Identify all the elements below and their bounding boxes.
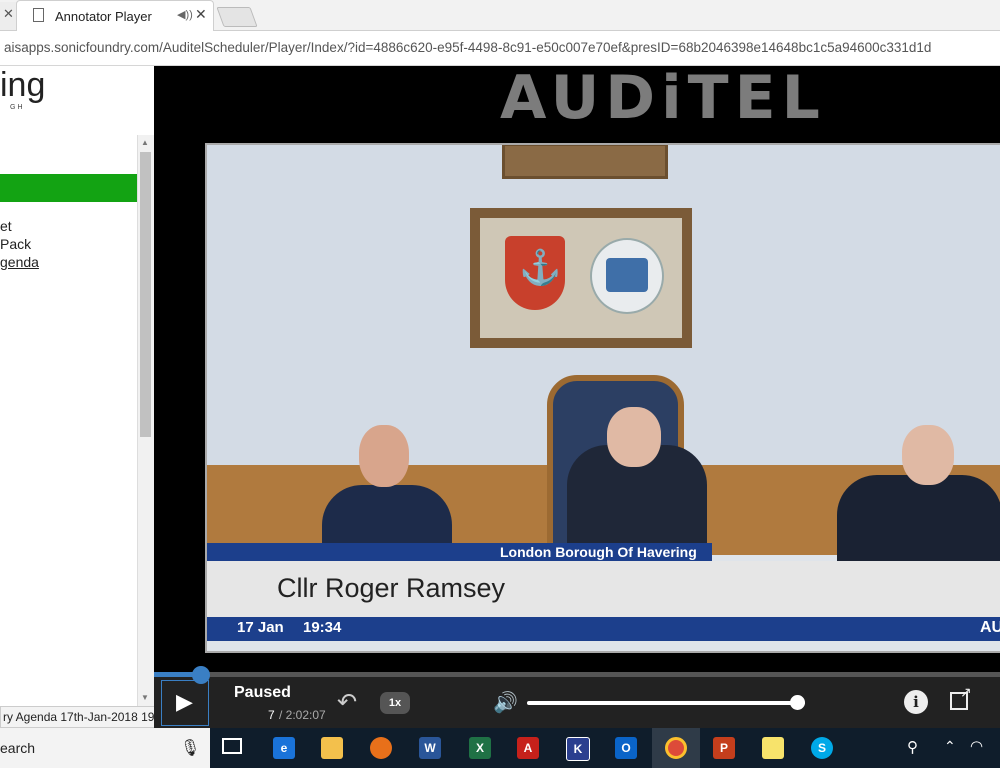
people-icon[interactable]: ⚲ (907, 738, 918, 756)
volume-icon[interactable]: 🔊 (493, 690, 518, 715)
excel-icon[interactable]: X (469, 737, 491, 759)
coat-of-arms-plaque: ⚓ (470, 208, 692, 348)
sidebar-link-agenda[interactable]: genda (0, 254, 39, 270)
time-text: 19:34 (303, 619, 342, 636)
play-button[interactable]: ▶ (161, 680, 209, 726)
green-header-bar (0, 174, 137, 202)
chrome-icon[interactable] (665, 737, 687, 759)
microphone-icon[interactable]: 🎙 (180, 738, 200, 758)
anchor-shield: ⚓ (505, 236, 565, 310)
scroll-down-icon[interactable]: ▼ (141, 693, 149, 702)
wifi-icon[interactable]: ◠ (970, 737, 983, 755)
taskbar-search[interactable]: earch 🎙 (0, 728, 210, 768)
playback-state: Paused (234, 684, 291, 701)
elapsed-time: 7 (268, 708, 275, 722)
play-icon: ▶ (176, 689, 193, 714)
person-right-head (902, 425, 954, 485)
site-logo-subtitle: GH (10, 104, 25, 111)
edge-icon[interactable]: e (273, 737, 295, 759)
person-right (837, 475, 1000, 565)
close-icon[interactable]: ✕ (195, 6, 207, 23)
tab-strip: ✕ Annotator Player ◀)) ✕ (0, 0, 1000, 32)
site-logo: ing (0, 66, 46, 104)
new-tab-button[interactable] (216, 7, 258, 27)
tab-annotator-player[interactable]: Annotator Player ◀)) ✕ (16, 0, 214, 32)
volume-slider[interactable] (527, 701, 805, 705)
anchor-icon: ⚓ (519, 249, 562, 287)
replay-icon[interactable]: ↶ (337, 688, 357, 717)
popout-arrow-icon: ↗ (960, 684, 972, 700)
scrollbar-thumb[interactable] (140, 152, 151, 437)
crest-detail (606, 258, 648, 292)
sidebar-link-sheet[interactable]: et (0, 218, 12, 234)
task-view-icon[interactable] (222, 738, 242, 754)
person-left-head (359, 425, 409, 487)
file-explorer-icon[interactable] (321, 737, 343, 759)
info-icon[interactable]: i (904, 690, 928, 714)
tab-title: Annotator Player (55, 9, 152, 24)
auditel-logo: AUDiTEL (500, 63, 826, 133)
person-center-head (607, 407, 661, 467)
document-icon (33, 8, 44, 22)
scroll-up-icon[interactable]: ▲ (141, 138, 149, 147)
left-pane (0, 66, 154, 706)
url-text[interactable]: aisapps.sonicfoundry.com/AuditelSchedule… (4, 40, 931, 55)
volume-knob[interactable] (789, 695, 805, 710)
playback-rate-button[interactable]: 1x (380, 692, 410, 714)
firefox-icon[interactable] (370, 737, 392, 759)
k-app-icon[interactable]: K (566, 737, 590, 761)
show-hidden-icons[interactable]: ⌃ (944, 738, 956, 755)
corner-logo: AU (980, 619, 1000, 636)
address-bar[interactable]: aisapps.sonicfoundry.com/AuditelSchedule… (0, 31, 1000, 66)
progress-bar[interactable] (154, 672, 1000, 677)
org-banner-text: London Borough Of Havering (500, 544, 697, 560)
outlook-icon[interactable]: O (615, 737, 637, 759)
taskbar-search-label: earch (0, 740, 36, 756)
speaker-icon: ◀)) (177, 9, 193, 21)
powerpoint-icon[interactable]: P (713, 737, 735, 759)
top-picture-frame (502, 145, 668, 179)
word-icon[interactable]: W (419, 737, 441, 759)
duration: / 2:02:07 (279, 708, 326, 722)
skype-icon[interactable]: S (811, 737, 833, 759)
speaker-name: Cllr Roger Ramsey (277, 573, 506, 603)
close-icon[interactable]: ✕ (3, 6, 14, 22)
sidebar-link-pack[interactable]: Pack (0, 236, 31, 252)
acrobat-icon[interactable]: A (517, 737, 539, 759)
video-frame[interactable]: ⚓ London Borough Of Havering Cllr Roger … (205, 143, 1000, 653)
crest-emblem (590, 238, 664, 314)
sticky-notes-icon[interactable] (762, 737, 784, 759)
date-text: 17 Jan (237, 619, 284, 636)
